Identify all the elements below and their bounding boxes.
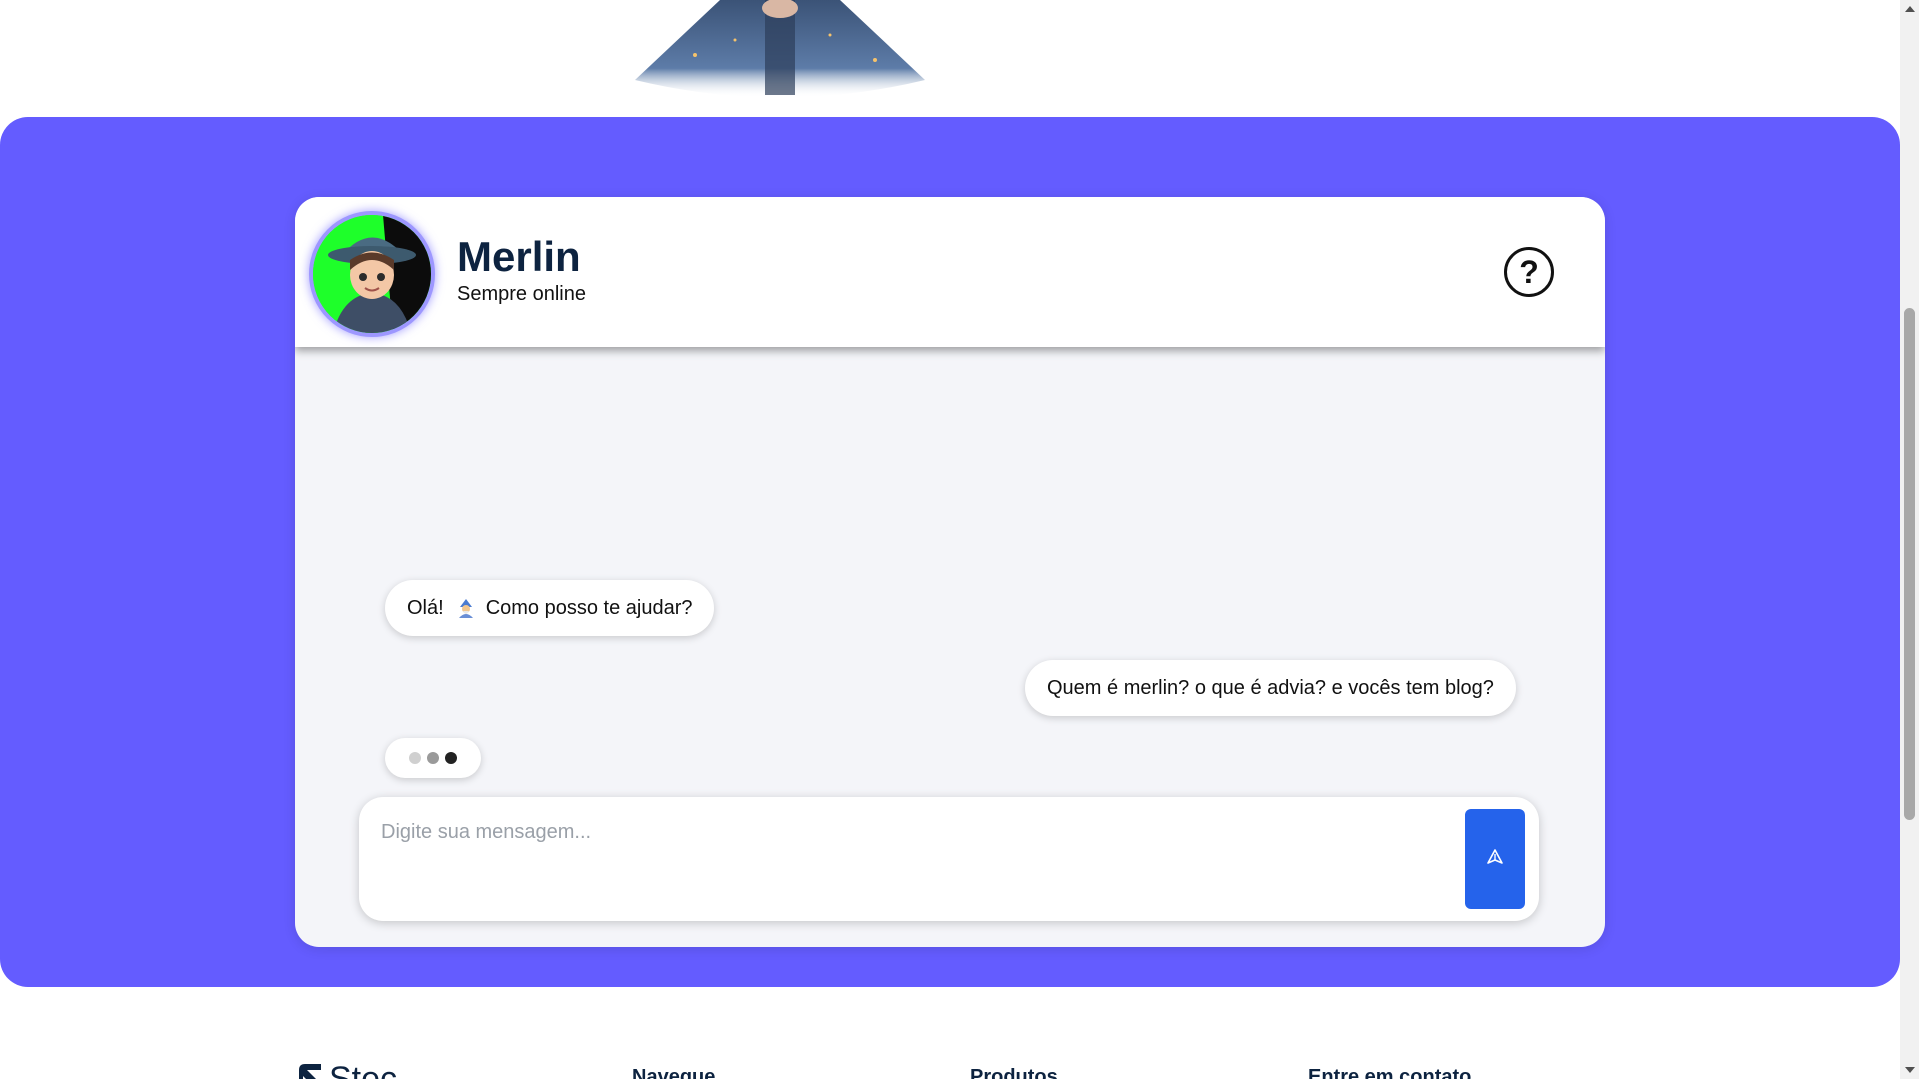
bot-message-text-end: Como posso te ajudar? bbox=[485, 596, 693, 619]
footer-logo[interactable]: Stec bbox=[295, 1060, 397, 1079]
send-icon bbox=[1486, 848, 1504, 871]
bot-avatar bbox=[309, 211, 435, 337]
scrollbar-thumb[interactable] bbox=[1904, 308, 1915, 820]
user-message-text: Quem é merlin? o que é advia? e vocês te… bbox=[1047, 676, 1494, 699]
typing-dot bbox=[445, 752, 457, 764]
typing-dot bbox=[427, 752, 439, 764]
scroll-up-icon[interactable] bbox=[1905, 6, 1915, 12]
logo-mark-icon bbox=[295, 1060, 325, 1079]
typing-indicator bbox=[385, 738, 481, 778]
message-input[interactable] bbox=[359, 797, 1449, 921]
user-message-bubble: Quem é merlin? o que é advia? e vocês te… bbox=[1025, 660, 1516, 716]
typing-dot bbox=[409, 752, 421, 764]
bot-message-bubble: Olá! Como posso te ajudar? bbox=[385, 580, 715, 636]
chat-window: Merlin Sempre online ? Olá! Como posso t… bbox=[295, 197, 1605, 947]
help-button[interactable]: ? bbox=[1504, 247, 1554, 297]
bot-name: Merlin bbox=[457, 233, 581, 280]
send-button[interactable] bbox=[1465, 809, 1525, 909]
page: Merlin Sempre online ? Olá! Como posso t… bbox=[0, 0, 1919, 1079]
chat-header: Merlin Sempre online ? bbox=[295, 197, 1605, 347]
question-circle-icon: ? bbox=[1519, 253, 1539, 290]
scroll-down-icon[interactable] bbox=[1905, 1067, 1915, 1073]
logo-text: Stec bbox=[329, 1060, 398, 1079]
footer-heading-contato: Entre em contato bbox=[1308, 1066, 1472, 1079]
wizard-hero-image bbox=[625, 0, 935, 105]
wizard-emoji-icon bbox=[456, 598, 476, 618]
page-scrollbar[interactable] bbox=[1900, 0, 1919, 1079]
bot-message-text-start: Olá! bbox=[407, 596, 444, 619]
footer-heading-produtos: Produtos bbox=[970, 1066, 1058, 1079]
message-composer bbox=[359, 797, 1539, 921]
footer-heading-navegue: Navegue bbox=[632, 1066, 716, 1079]
bot-status: Sempre online bbox=[457, 283, 586, 305]
